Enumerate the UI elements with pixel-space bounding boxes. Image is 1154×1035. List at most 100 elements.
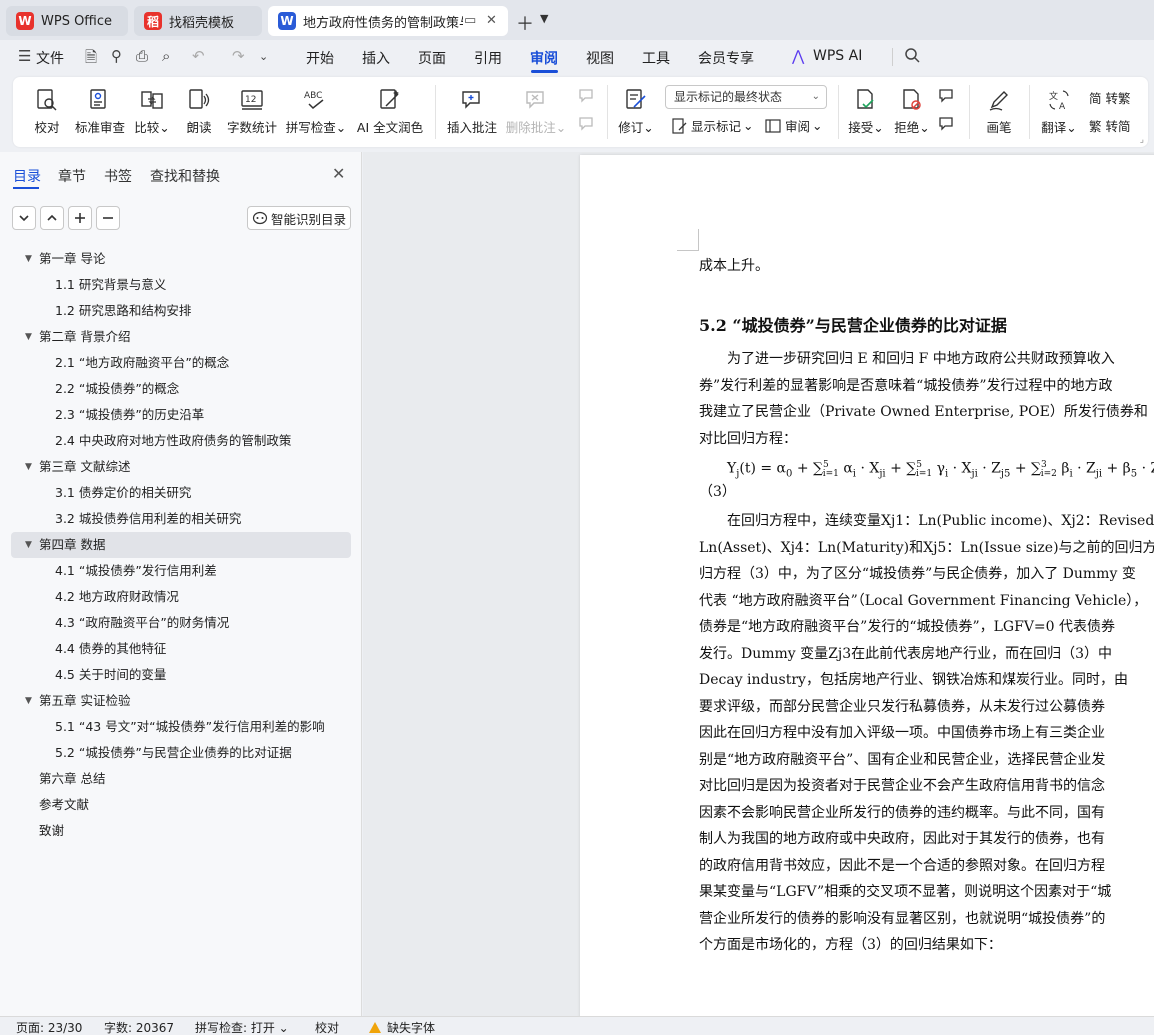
save-icon[interactable]: 🗎	[85, 47, 97, 72]
tab-wps-office[interactable]: W WPS Office	[6, 6, 128, 36]
nav-tab-sections[interactable]: 章节	[58, 166, 86, 186]
page-indicator[interactable]: 页面: 23/30	[16, 1019, 82, 1035]
toc-section-item[interactable]: 1.1 研究背景与意义	[0, 272, 362, 298]
paragraph-intro[interactable]: 为了进一步研究回归 E 和回归 F 中地方政府公共财政预算收入 券”发行利差的显著…	[699, 346, 1154, 452]
ai-polish-button[interactable]: AI 全文润色	[355, 77, 425, 147]
collapse-all-button[interactable]	[12, 206, 36, 230]
caret-down-icon[interactable]: ▼	[25, 688, 32, 714]
add-heading-button[interactable]	[68, 206, 92, 230]
close-tab-icon[interactable]: ✕	[486, 13, 497, 28]
caret-down-icon[interactable]: ▼	[25, 324, 32, 350]
toc-chapter-item[interactable]: 参考文献	[0, 792, 362, 818]
menu-wps-ai[interactable]: WPS AI	[813, 48, 862, 64]
menu-member[interactable]: 会员专享	[698, 48, 754, 68]
toc-chapter-item[interactable]: ▼ 第四章 数据	[11, 532, 351, 558]
toc-section-item[interactable]: 5.2 “城投债券”与民营企业债券的比对证据	[0, 740, 362, 766]
paragraph-prev-end[interactable]: 成本上升。	[699, 253, 1154, 280]
nav-tab-bookmarks[interactable]: 书签	[104, 166, 132, 186]
proofread-button[interactable]: 校对	[33, 77, 61, 147]
missing-font-status[interactable]: 缺失字体	[369, 1019, 435, 1035]
expand-up-button[interactable]	[40, 206, 64, 230]
toc-section-item[interactable]: 4.1 “城投债券”发行信用利差	[0, 558, 362, 584]
toc-section-item[interactable]: 2.2 “城投债券”的概念	[0, 376, 362, 402]
print-preview-icon[interactable]: ⌕	[162, 47, 170, 65]
print-icon[interactable]: ⎙	[136, 47, 148, 65]
show-markup-button[interactable]: 显示标记 ⌄	[671, 116, 754, 135]
quick-access-chevron-icon[interactable]: ⌄	[259, 50, 268, 63]
menu-view[interactable]: 视图	[586, 48, 614, 68]
equation[interactable]: Yj(t) = α0 + ∑5i=1 αi · Xji + ∑5i=1 γi ·…	[699, 452, 1154, 505]
nav-tab-toc[interactable]: 目录	[13, 166, 41, 186]
to-simplified-button[interactable]: 繁 转简	[1089, 116, 1130, 135]
to-traditional-button[interactable]: 简 转繁	[1089, 88, 1130, 107]
hamburger-icon[interactable]: ☰	[18, 47, 31, 65]
toc-chapter-item[interactable]: 第六章 总结	[0, 766, 362, 792]
next-comment-icon[interactable]	[578, 115, 596, 133]
caret-down-icon[interactable]: ▼	[25, 532, 32, 558]
next-change-icon[interactable]	[938, 115, 956, 133]
link-icon[interactable]: ⚲	[111, 47, 122, 65]
toc-section-item[interactable]: 4.5 关于时间的变量	[0, 662, 362, 688]
read-aloud-button[interactable]: 朗读	[185, 77, 213, 147]
menu-file[interactable]: 文件	[36, 48, 64, 68]
menu-review[interactable]: 审阅	[530, 48, 558, 68]
menu-home[interactable]: 开始	[306, 48, 334, 68]
ribbon-expand-icon[interactable]: ⌟	[1140, 135, 1144, 145]
toc-section-item[interactable]: 3.2 城投债券信用利差的相关研究	[0, 506, 362, 532]
paragraph-body[interactable]: 在回归方程中，连续变量Xj1：Ln(Public income)、Xj2：Rev…	[699, 508, 1154, 959]
window-icon[interactable]: ▭	[464, 13, 476, 28]
menu-references[interactable]: 引用	[474, 48, 502, 68]
new-tab-icon[interactable]: ＋	[516, 10, 534, 36]
compare-button[interactable]: 比较⌄	[134, 77, 170, 147]
toc-chapter-item[interactable]: ▼ 第五章 实证检验	[0, 688, 362, 714]
tab-template[interactable]: 稻 找稻壳模板	[134, 6, 262, 36]
toc-section-item[interactable]: 5.1 “43 号文”对“城投债券”发行信用利差的影响	[0, 714, 362, 740]
word-count-indicator[interactable]: 字数: 20367	[104, 1019, 174, 1035]
toc-chapter-item[interactable]: ▼ 第三章 文献综述	[0, 454, 362, 480]
toc-section-item[interactable]: 1.2 研究思路和结构安排	[0, 298, 362, 324]
nav-tab-find-replace[interactable]: 查找和替换	[150, 166, 220, 186]
previous-change-icon[interactable]	[938, 87, 956, 105]
toc-section-item[interactable]: 4.2 地方政府财政情况	[0, 584, 362, 610]
insert-comment-button[interactable]: 插入批注	[446, 77, 498, 147]
accept-button[interactable]: 接受⌄	[847, 77, 885, 147]
section-heading[interactable]: 5.2 “城投债券”与民营企业债券的比对证据	[699, 312, 1007, 336]
search-icon[interactable]	[904, 47, 920, 63]
remove-heading-button[interactable]	[96, 206, 120, 230]
toc-section-item[interactable]: 2.1 “地方政府融资平台”的概念	[0, 350, 362, 376]
redo-icon[interactable]: ↷	[232, 47, 245, 65]
spell-check-button[interactable]: ABC 拼写检查⌄	[286, 77, 347, 147]
toc-section-item[interactable]: 3.1 债券定价的相关研究	[0, 480, 362, 506]
smart-toc-button[interactable]: 智能识别目录	[247, 206, 351, 230]
proofread-status[interactable]: 校对	[315, 1019, 339, 1035]
document-canvas[interactable]: 成本上升。 5.2 “城投债券”与民营企业债券的比对证据 为了进一步研究回归 E…	[363, 152, 1154, 1016]
reject-button[interactable]: 拒绝⌄	[893, 77, 931, 147]
toc-chapter-item[interactable]: 致谢	[0, 818, 362, 844]
previous-comment-icon[interactable]	[578, 87, 596, 105]
tab-document[interactable]: W 地方政府性债务的管制政策与“ ▭ ✕	[268, 6, 508, 36]
tab-list-chevron-icon[interactable]: ▼	[540, 12, 548, 25]
toc-chapter-item[interactable]: ▼ 第二章 背景介绍	[0, 324, 362, 350]
menu-page[interactable]: 页面	[418, 48, 446, 68]
standard-review-button[interactable]: 标准审查	[75, 77, 125, 147]
pen-button[interactable]: 画笔	[983, 77, 1015, 147]
delete-comment-button[interactable]: 删除批注⌄	[506, 77, 566, 147]
menu-insert[interactable]: 插入	[362, 48, 390, 68]
word-count-button[interactable]: 12 字数统计	[227, 77, 277, 147]
toc-section-item[interactable]: 2.3 “城投债券”的历史沿革	[0, 402, 362, 428]
toc-section-item[interactable]: 4.3 “政府融资平台”的财务情况	[0, 610, 362, 636]
translate-button[interactable]: 文A 翻译⌄	[1040, 77, 1078, 147]
undo-icon[interactable]: ↶	[192, 47, 205, 65]
caret-down-icon[interactable]: ▼	[25, 454, 32, 480]
track-changes-button[interactable]: 修订⌄	[617, 77, 655, 147]
toc-section-item[interactable]: 2.4 中央政府对地方性政府债务的管制政策	[0, 428, 362, 454]
markup-mode-select[interactable]: 显示标记的最终状态 ⌄	[665, 85, 827, 109]
toc-section-item[interactable]: 4.4 债券的其他特征	[0, 636, 362, 662]
toc-chapter-item[interactable]: ▼ 第一章 导论	[0, 246, 362, 272]
close-icon[interactable]: ✕	[332, 164, 345, 183]
review-pane-button[interactable]: 审阅 ⌄	[765, 116, 823, 135]
spell-check-status[interactable]: 拼写检查: 打开 ⌄	[195, 1019, 289, 1035]
caret-down-icon[interactable]: ▼	[25, 246, 32, 272]
menu-tools[interactable]: 工具	[642, 48, 670, 68]
document-page[interactable]: 成本上升。 5.2 “城投债券”与民营企业债券的比对证据 为了进一步研究回归 E…	[580, 155, 1154, 1016]
